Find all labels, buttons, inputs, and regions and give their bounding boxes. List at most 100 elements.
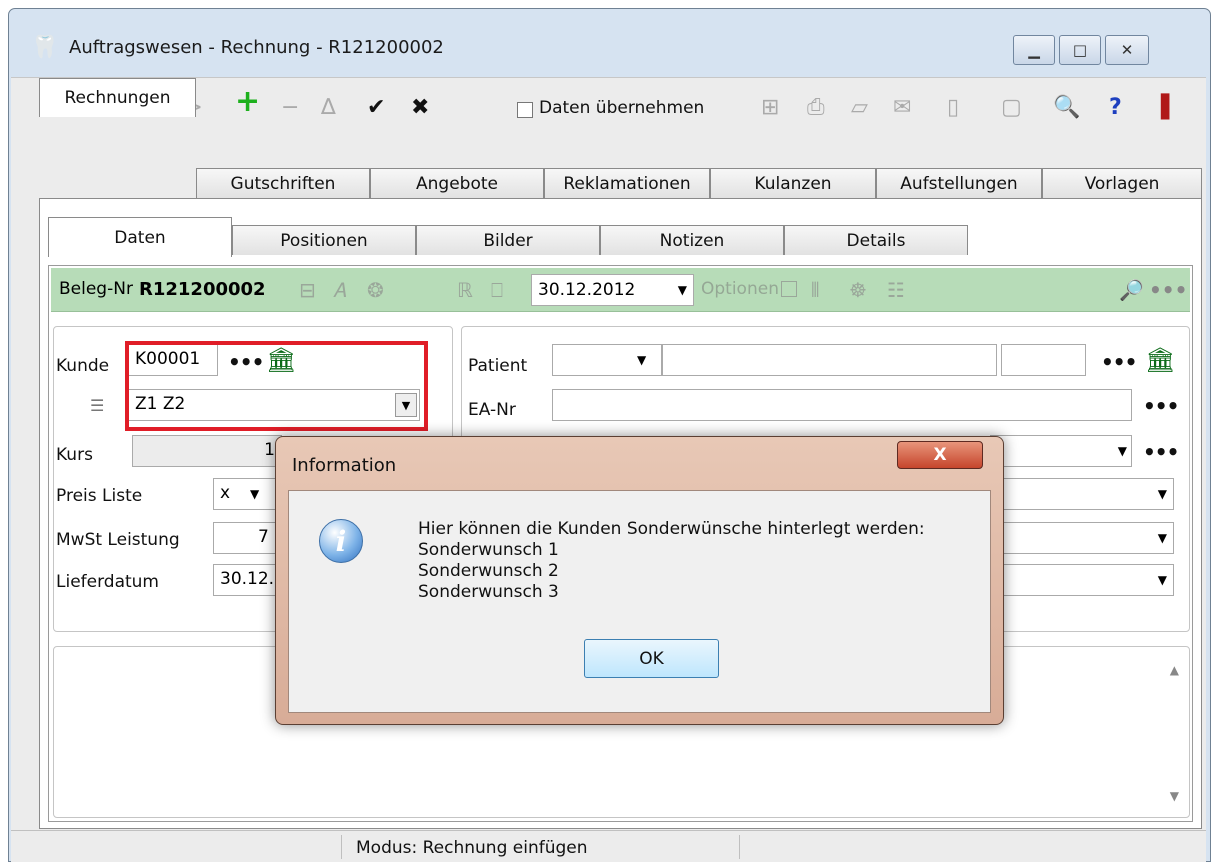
daten-uebernehmen-label: Daten übernehmen (539, 98, 705, 118)
status-divider (341, 835, 342, 859)
chevron-down-icon: ▼ (1157, 573, 1167, 587)
binoculars-icon[interactable]: 🔎 (1119, 278, 1144, 302)
lieferdatum-value: 30.12. (220, 569, 275, 589)
preview-icon[interactable]: 🔍 (1053, 96, 1080, 120)
field-3-lookup-icon[interactable]: ••• (1143, 440, 1179, 464)
more-options-icon[interactable]: ••• (1149, 278, 1187, 302)
ea-input[interactable] (552, 389, 1132, 421)
minimize-icon: ▁ (1028, 41, 1040, 59)
tab-label: Rechnungen (64, 88, 171, 108)
temple-icon[interactable]: 🏛 (1145, 346, 1175, 374)
dialog-body: i Hier können die Kunden Sonderwünsche h… (288, 490, 991, 713)
tab-kulanzen[interactable]: Kulanzen (710, 168, 876, 198)
date-value: 30.12.2012 (538, 280, 636, 300)
maximize-button[interactable]: □ (1059, 35, 1101, 65)
ea-lookup-icon[interactable]: ••• (1143, 394, 1179, 418)
tab-notizen[interactable]: Notizen (600, 225, 784, 255)
scroll-up-icon[interactable]: ▲ (1170, 663, 1179, 677)
help-icon[interactable]: ? (1109, 96, 1122, 120)
molecule-icon[interactable]: ❂ (367, 278, 384, 302)
computer-icon[interactable]: ⎕ (491, 278, 503, 302)
tab-label: Gutschriften (230, 173, 336, 194)
patient-select[interactable]: ▼ (552, 344, 662, 376)
chevron-down-icon: ▼ (677, 283, 687, 297)
tab-aufstellungen[interactable]: Aufstellungen (876, 168, 1042, 198)
close-icon: ✕ (1120, 41, 1134, 59)
minimize-button[interactable]: ▁ (1013, 35, 1055, 65)
tab-label: Vorlagen (1084, 173, 1160, 194)
mail-icon[interactable]: ✉ (893, 96, 911, 120)
tab-label: Reklamationen (563, 173, 691, 194)
message-line: Hier können die Kunden Sonderwünsche hin… (418, 519, 925, 539)
status-divider (739, 835, 740, 859)
tab-label: Kulanzen (754, 173, 832, 194)
tab-details[interactable]: Details (784, 225, 968, 255)
chevron-down-icon: ▼ (637, 353, 647, 367)
tab-label: Angebote (416, 173, 498, 194)
ok-button[interactable]: OK (584, 639, 719, 678)
blank-icon[interactable]: ▢ (1001, 96, 1022, 120)
tab-positionen[interactable]: Positionen (232, 225, 416, 255)
mwst-label: MwSt Leistung (56, 530, 180, 550)
tab-label: Aufstellungen (900, 173, 1018, 194)
exit-door-icon[interactable]: ▌ (1161, 96, 1178, 120)
beleg-label: Beleg-Nr (59, 279, 133, 299)
chevron-down-icon: ▼ (250, 487, 260, 501)
lieferdatum-input[interactable]: 30.12. (213, 564, 283, 596)
copy-table-icon[interactable]: ⊟ (299, 278, 316, 302)
field-4-select[interactable]: ▼ (990, 478, 1174, 510)
cancel-icon[interactable]: ✖ (411, 96, 429, 120)
title-bar: 🦷 Auftragswesen - Rechnung - R121200002 … (9, 9, 1210, 81)
grid-icon[interactable]: ⊞ (761, 96, 779, 120)
grid-list-icon[interactable]: ☷ (887, 278, 905, 302)
tab-bilder[interactable]: Bilder (416, 225, 600, 255)
copy-address-icon[interactable]: 𝐴 (333, 278, 346, 302)
tab-label: Notizen (659, 230, 725, 251)
optionen-checkbox[interactable] (781, 281, 797, 297)
close-icon: X (933, 445, 947, 465)
date-select[interactable]: 30.12.2012 ▼ (531, 274, 694, 306)
ruler-icon[interactable]: ⫴ (811, 278, 819, 302)
tab-vorlagen[interactable]: Vorlagen (1042, 168, 1202, 198)
tab-gutschriften[interactable]: Gutschriften (196, 168, 370, 198)
dialog-close-button[interactable]: X (897, 441, 983, 469)
close-window-button[interactable]: ✕ (1105, 35, 1149, 65)
dialog-message: Hier können die Kunden Sonderwünsche hin… (418, 519, 925, 603)
tab-label: Bilder (483, 230, 533, 251)
mwst-input[interactable]: 7 (213, 522, 283, 554)
new-document-icon[interactable]: ▯ (947, 96, 959, 120)
tab-reklamationen[interactable]: Reklamationen (544, 168, 710, 198)
tooth-settings-icon[interactable]: ☸ (849, 278, 867, 302)
window-title: Auftragswesen - Rechnung - R121200002 (69, 37, 444, 58)
confirm-icon[interactable]: ✔ (367, 96, 385, 120)
patient-name-input[interactable] (662, 344, 997, 376)
field-5-select[interactable]: ▼ (990, 522, 1174, 554)
tab-angebote[interactable]: Angebote (370, 168, 544, 198)
add-icon[interactable]: + (235, 87, 260, 117)
beleg-bar: Beleg-Nr R121200002 ⊟ 𝐴 ❂ ℝ ⎕ 30.12.2012… (51, 268, 1190, 312)
tab-rechnungen[interactable]: Rechnungen (39, 78, 196, 117)
chevron-down-icon: ▼ (1117, 444, 1127, 458)
optionen-label: Optionen (701, 279, 779, 299)
delete-icon[interactable]: − (281, 96, 299, 120)
tab-daten[interactable]: Daten (48, 217, 232, 257)
label-icon[interactable]: ▱ (851, 96, 868, 120)
scroll-down-icon[interactable]: ▼ (1170, 789, 1179, 803)
information-dialog: Information X i Hier können die Kunden S… (275, 436, 1004, 725)
note-icon[interactable]: ☰ (90, 396, 104, 415)
chevron-down-icon: ▼ (1157, 531, 1167, 545)
field-3-select[interactable]: ▼ (990, 435, 1132, 467)
tab-label: Positionen (280, 230, 368, 251)
patient-extra-input[interactable] (1001, 344, 1086, 376)
preisliste-select[interactable]: x ▼ (213, 478, 283, 510)
message-line: Sonderwunsch 2 (418, 561, 559, 581)
rh-icon[interactable]: ℝ (457, 278, 473, 302)
field-6-select[interactable]: ▼ (990, 564, 1174, 596)
edit-icon[interactable]: ∆ (321, 96, 336, 120)
message-line: Sonderwunsch 1 (418, 540, 559, 560)
daten-uebernehmen-checkbox[interactable] (517, 102, 533, 118)
print-icon[interactable]: ⎙ (807, 96, 825, 120)
kurs-input[interactable]: 1 (132, 435, 282, 467)
ea-label: EA-Nr (468, 400, 516, 420)
patient-lookup-icon[interactable]: ••• (1101, 350, 1137, 374)
